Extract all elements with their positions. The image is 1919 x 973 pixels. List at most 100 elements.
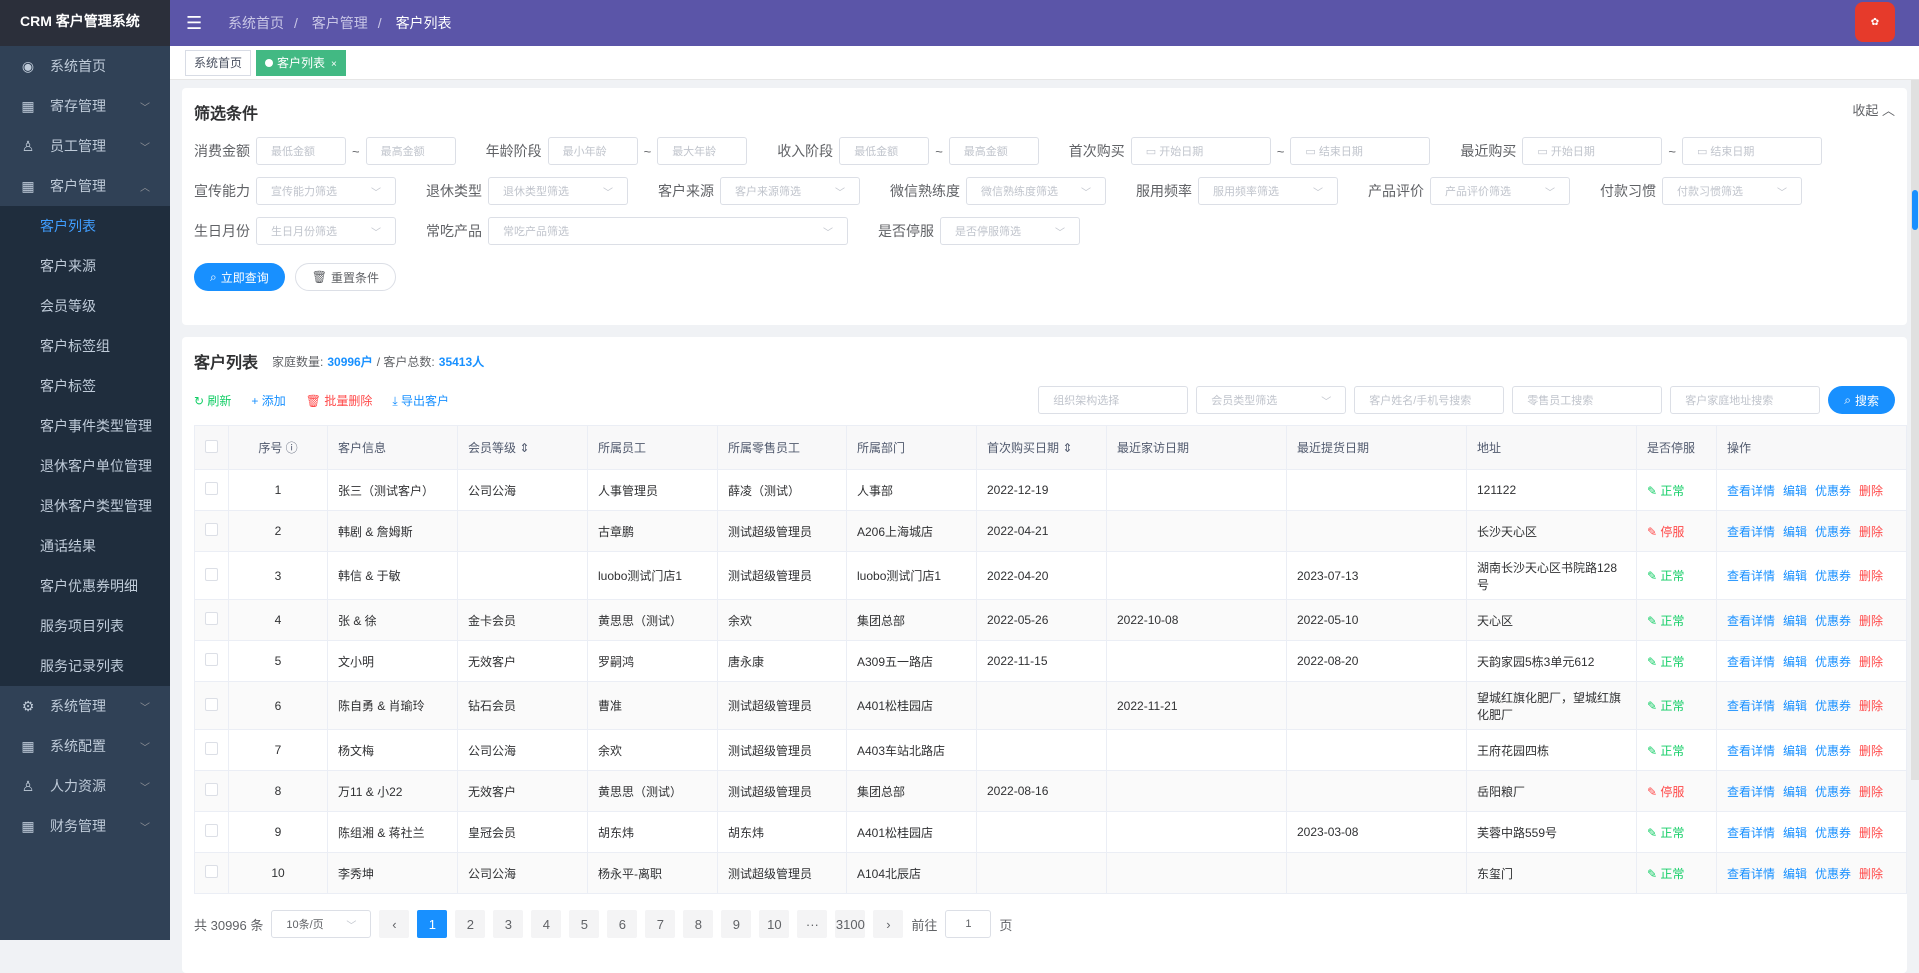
edit-link[interactable]: 编辑 bbox=[1783, 525, 1807, 539]
edit-icon[interactable]: ✎ bbox=[1647, 785, 1660, 799]
submenu-item[interactable]: 客户优惠券明细 bbox=[0, 566, 170, 606]
row-checkbox[interactable] bbox=[205, 482, 218, 495]
page-button[interactable]: 3 bbox=[493, 910, 523, 938]
name-phone-search-input[interactable]: 客户姓名/手机号搜索 bbox=[1354, 386, 1504, 414]
coupon-link[interactable]: 优惠券 bbox=[1815, 826, 1851, 840]
edit-icon[interactable]: ✎ bbox=[1647, 699, 1660, 713]
staff-search-input[interactable]: 零售员工搜索 bbox=[1512, 386, 1662, 414]
edit-link[interactable]: 编辑 bbox=[1783, 785, 1807, 799]
delete-link[interactable]: 删除 bbox=[1859, 785, 1883, 799]
submenu-item[interactable]: 服务项目列表 bbox=[0, 606, 170, 646]
menu-item-12[interactable]: ♙人力资源﹀ bbox=[0, 766, 170, 806]
tag-customer-list[interactable]: 客户列表× bbox=[256, 50, 346, 76]
submenu-item[interactable]: 退休客户类型管理 bbox=[0, 486, 170, 526]
consume-max-input[interactable]: 最高金额 bbox=[366, 137, 456, 165]
collapse-button[interactable]: 收起 ︿ bbox=[1852, 100, 1895, 124]
view-detail-link[interactable]: 查看详情 bbox=[1727, 867, 1775, 881]
submenu-item[interactable]: 通话结果 bbox=[0, 526, 170, 566]
edit-icon[interactable]: ✎ bbox=[1647, 744, 1660, 758]
batch-delete-button[interactable]: 🗑 批量删除 bbox=[306, 392, 373, 409]
sort-icon[interactable]: ⇕ bbox=[519, 441, 529, 455]
coupon-link[interactable]: 优惠券 bbox=[1815, 655, 1851, 669]
org-select[interactable]: 组织架构选择 bbox=[1038, 386, 1188, 414]
recent-buy-start-input[interactable]: ▭ 开始日期 bbox=[1522, 137, 1662, 165]
export-button[interactable]: ⤓ 导出客户 bbox=[392, 392, 449, 409]
submenu-item[interactable]: 会员等级 bbox=[0, 286, 170, 326]
row-checkbox-cell[interactable] bbox=[195, 730, 229, 771]
delete-link[interactable]: 删除 bbox=[1859, 569, 1883, 583]
row-checkbox-cell[interactable] bbox=[195, 853, 229, 894]
page-button[interactable]: 10 bbox=[759, 910, 789, 938]
page-button[interactable]: 7 bbox=[645, 910, 675, 938]
submenu-item[interactable]: 客户标签组 bbox=[0, 326, 170, 366]
row-checkbox[interactable] bbox=[205, 824, 218, 837]
refresh-button[interactable]: ↻ 刷新 bbox=[194, 392, 231, 409]
submenu-item[interactable]: 服务记录列表 bbox=[0, 646, 170, 686]
coupon-link[interactable]: 优惠券 bbox=[1815, 484, 1851, 498]
menu-item-13[interactable]: ▦财务管理﹀ bbox=[0, 806, 170, 846]
member-type-select[interactable]: 会员类型筛选﹀ bbox=[1196, 386, 1346, 414]
age-max-input[interactable]: 最大年龄 bbox=[657, 137, 747, 165]
delete-link[interactable]: 删除 bbox=[1859, 655, 1883, 669]
avatar[interactable]: ✿ bbox=[1855, 2, 1895, 42]
tag-home[interactable]: 系统首页 bbox=[185, 50, 251, 76]
page-button[interactable]: 2 bbox=[455, 910, 485, 938]
hamburger-icon[interactable]: ☰ bbox=[186, 13, 206, 34]
recent-buy-end-input[interactable]: ▭ 结束日期 bbox=[1682, 137, 1822, 165]
menu-item-10[interactable]: ⚙系统管理﹀ bbox=[0, 686, 170, 726]
row-checkbox[interactable] bbox=[205, 783, 218, 796]
add-button[interactable]: + 添加 bbox=[251, 392, 285, 409]
page-button[interactable]: 4 bbox=[531, 910, 561, 938]
pay-select[interactable]: 付款习惯筛选﹀ bbox=[1662, 177, 1802, 205]
delete-link[interactable]: 删除 bbox=[1859, 525, 1883, 539]
rating-select[interactable]: 产品评价筛选﹀ bbox=[1430, 177, 1570, 205]
edit-icon[interactable]: ✎ bbox=[1647, 655, 1660, 669]
prev-page-button[interactable]: ‹ bbox=[379, 910, 409, 938]
menu-item-3[interactable]: ▦客户管理︿ bbox=[0, 166, 170, 206]
submenu-item[interactable]: 客户来源 bbox=[0, 246, 170, 286]
birth-select[interactable]: 生日月份筛选﹀ bbox=[256, 217, 396, 245]
delete-link[interactable]: 删除 bbox=[1859, 484, 1883, 498]
page-button[interactable]: 6 bbox=[607, 910, 637, 938]
row-checkbox-cell[interactable] bbox=[195, 600, 229, 641]
product-select[interactable]: 常吃产品筛选﹀ bbox=[488, 217, 848, 245]
edit-link[interactable]: 编辑 bbox=[1783, 484, 1807, 498]
stop-select[interactable]: 是否停服筛选﹀ bbox=[940, 217, 1080, 245]
view-detail-link[interactable]: 查看详情 bbox=[1727, 699, 1775, 713]
row-checkbox-cell[interactable] bbox=[195, 552, 229, 600]
next-page-button[interactable]: › bbox=[873, 910, 903, 938]
edit-icon[interactable]: ✎ bbox=[1647, 614, 1660, 628]
consume-min-input[interactable]: 最低金额 bbox=[256, 137, 346, 165]
coupon-link[interactable]: 优惠券 bbox=[1815, 525, 1851, 539]
view-detail-link[interactable]: 查看详情 bbox=[1727, 744, 1775, 758]
edit-link[interactable]: 编辑 bbox=[1783, 614, 1807, 628]
coupon-link[interactable]: 优惠券 bbox=[1815, 699, 1851, 713]
delete-link[interactable]: 删除 bbox=[1859, 699, 1883, 713]
breadcrumb-customer-mgmt[interactable]: 客户管理 bbox=[312, 15, 368, 31]
view-detail-link[interactable]: 查看详情 bbox=[1727, 525, 1775, 539]
view-detail-link[interactable]: 查看详情 bbox=[1727, 655, 1775, 669]
income-min-input[interactable]: 最低金额 bbox=[839, 137, 929, 165]
delete-link[interactable]: 删除 bbox=[1859, 867, 1883, 881]
sort-icon[interactable]: ⇕ bbox=[1062, 441, 1072, 455]
row-checkbox-cell[interactable] bbox=[195, 812, 229, 853]
page-button[interactable]: 3100 bbox=[835, 910, 865, 938]
row-checkbox-cell[interactable] bbox=[195, 470, 229, 511]
first-buy-end-input[interactable]: ▭ 结束日期 bbox=[1290, 137, 1430, 165]
retire-select[interactable]: 退休类型筛选﹀ bbox=[488, 177, 628, 205]
reset-button[interactable]: 🗑重置条件 bbox=[295, 263, 396, 291]
page-button[interactable]: 9 bbox=[721, 910, 751, 938]
page-button[interactable]: ··· bbox=[797, 910, 827, 938]
menu-item-11[interactable]: ▦系统配置﹀ bbox=[0, 726, 170, 766]
scrollbar[interactable] bbox=[1911, 80, 1919, 780]
row-checkbox[interactable] bbox=[205, 523, 218, 536]
row-checkbox[interactable] bbox=[205, 698, 218, 711]
submenu-item[interactable]: 客户事件类型管理 bbox=[0, 406, 170, 446]
row-checkbox-cell[interactable] bbox=[195, 682, 229, 730]
coupon-link[interactable]: 优惠券 bbox=[1815, 867, 1851, 881]
edit-link[interactable]: 编辑 bbox=[1783, 569, 1807, 583]
wechat-select[interactable]: 微信熟练度筛选﹀ bbox=[966, 177, 1106, 205]
edit-link[interactable]: 编辑 bbox=[1783, 826, 1807, 840]
edit-link[interactable]: 编辑 bbox=[1783, 867, 1807, 881]
view-detail-link[interactable]: 查看详情 bbox=[1727, 569, 1775, 583]
